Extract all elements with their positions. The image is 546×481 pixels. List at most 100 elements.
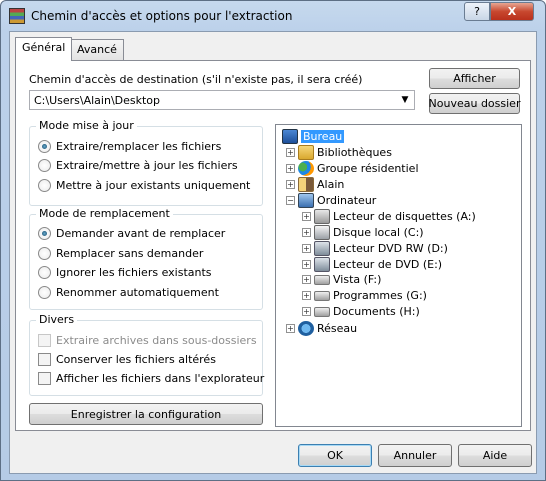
tree-item-label: Bureau [301,130,345,143]
misc-option-label: Conserver les fichiers altérés [56,353,216,366]
title-bar[interactable]: Chemin d'accès et options pour l'extract… [1,1,545,31]
drive-icon [314,306,330,317]
desktop-icon [282,129,298,144]
checkbox-icon[interactable] [38,353,51,366]
tree-item-label: Disque local (C:) [333,226,424,239]
tree-item-label: Bibliothèques [317,146,392,159]
show-button[interactable]: Afficher [429,68,520,89]
libraries-icon [298,145,314,160]
radio-icon[interactable] [38,140,51,153]
drive-icon [314,290,330,301]
tab-advanced[interactable]: Avancé [70,39,124,60]
checkbox-icon[interactable] [38,372,51,385]
destination-label: Chemin d'accès de destination (s'il n'ex… [29,73,363,86]
overwrite-option-label: Renommer automatiquement [56,286,219,299]
tree-item-label: Lecteur DVD RW (D:) [333,242,448,255]
tree-item-ordinateur[interactable]: − Ordinateur [286,193,376,208]
dialog-client: Général Avancé Chemin d'accès de destina… [9,31,537,474]
update-mode-group: Mode mise à jour Extraire/remplacer les … [29,119,263,206]
tree-item-vista-f[interactable]: + Vista (F:) [302,273,381,286]
tab-advanced-label: Avancé [77,43,117,56]
drive-icon [314,274,330,285]
tree-item-groupe-residentiel[interactable]: + Groupe résidentiel [286,161,419,176]
misc-option-keep-broken[interactable]: Conserver les fichiers altérés [38,353,216,366]
tab-general-label: Général [22,41,66,54]
collapse-minus-icon[interactable]: − [286,196,295,205]
tree-item-label: Lecteur de DVD (E:) [333,258,443,271]
destination-path-value: C:\Users\Alain\Desktop [34,94,161,107]
overwrite-option-replace[interactable]: Remplacer sans demander [38,247,203,260]
expand-plus-icon[interactable]: + [286,164,295,173]
help-button[interactable]: Aide [458,444,532,467]
expand-plus-icon[interactable]: + [302,212,311,221]
chevron-down-icon[interactable]: ▼ [398,93,412,107]
expand-plus-icon[interactable]: + [302,275,311,284]
destination-path-combobox[interactable]: C:\Users\Alain\Desktop ▼ [29,90,415,110]
overwrite-option-label: Remplacer sans demander [56,247,204,260]
tree-item-label: Lecteur de disquettes (A:) [333,210,476,223]
tree-item-dvd-rw-d[interactable]: + Lecteur DVD RW (D:) [302,241,448,256]
update-option-label: Extraire/mettre à jour les fichiers [56,159,238,172]
overwrite-option-ask[interactable]: Demander avant de remplacer [38,227,225,240]
help-title-button[interactable]: ? [464,2,490,21]
tree-item-floppy[interactable]: + Lecteur de disquettes (A:) [302,209,476,224]
winrar-icon [9,8,25,24]
expand-plus-icon[interactable]: + [286,148,295,157]
misc-option-label: Extraire archives dans sous-dossiers [56,334,257,347]
tree-item-bureau[interactable]: Bureau [282,129,345,144]
ok-button[interactable]: OK [298,444,372,467]
tree-item-label: Vista (F:) [333,273,382,286]
update-option-label: Extraire/remplacer les fichiers [56,140,222,153]
expand-plus-icon[interactable]: + [286,180,295,189]
tree-item-label: Alain [317,178,345,191]
radio-icon[interactable] [38,159,51,172]
update-mode-title: Mode mise à jour [36,119,137,132]
misc-option-subfolders: Extraire archives dans sous-dossiers [38,334,257,347]
tree-item-dvd-e[interactable]: + Lecteur de DVD (E:) [302,257,442,272]
update-option-label: Mettre à jour existants uniquement [56,179,251,192]
tab-general[interactable]: Général [15,37,73,61]
tree-item-alain[interactable]: + Alain [286,177,344,192]
expand-plus-icon[interactable]: + [286,324,295,333]
folder-tree[interactable]: Bureau + Bibliothèques + Groupe résident… [275,124,522,427]
expand-plus-icon[interactable]: + [302,260,311,269]
new-folder-button[interactable]: Nouveau dossier [429,93,520,114]
overwrite-option-skip[interactable]: Ignorer les fichiers existants [38,266,212,279]
tree-item-bibliotheques[interactable]: + Bibliothèques [286,145,392,160]
tree-item-reseau[interactable]: + Réseau [286,321,357,336]
close-button[interactable]: X [490,2,534,21]
radio-icon[interactable] [38,227,51,240]
floppy-drive-icon [314,209,330,224]
overwrite-option-label: Demander avant de remplacer [56,227,226,240]
tree-item-label: Documents (H:) [333,305,420,318]
tree-item-label: Réseau [317,322,358,335]
overwrite-option-rename[interactable]: Renommer automatiquement [38,286,219,299]
overwrite-mode-title: Mode de remplacement [36,207,173,220]
update-option-extract-replace[interactable]: Extraire/remplacer les fichiers [38,140,221,153]
radio-icon[interactable] [38,286,51,299]
radio-icon[interactable] [38,179,51,192]
expand-plus-icon[interactable]: + [302,244,311,253]
save-config-button[interactable]: Enregistrer la configuration [29,403,263,425]
cancel-button[interactable]: Annuler [378,444,452,467]
expand-plus-icon[interactable]: + [302,228,311,237]
user-folder-icon [298,177,314,192]
tree-item-label: Programmes (G:) [333,289,427,302]
computer-icon [298,193,314,208]
overwrite-mode-group: Mode de remplacement Demander avant de r… [29,207,263,310]
tree-item-local-disk-c[interactable]: + Disque local (C:) [302,225,424,240]
misc-title: Divers [36,313,78,326]
update-option-update-existing[interactable]: Mettre à jour existants uniquement [38,179,250,192]
expand-plus-icon[interactable]: + [302,307,311,316]
tree-item-programmes-g[interactable]: + Programmes (G:) [302,289,427,302]
misc-option-show-explorer[interactable]: Afficher les fichiers dans l'explorateur [38,372,264,385]
expand-plus-icon[interactable]: + [302,291,311,300]
update-option-extract-update[interactable]: Extraire/mettre à jour les fichiers [38,159,238,172]
tree-item-documents-h[interactable]: + Documents (H:) [302,305,420,318]
misc-group: Divers Extraire archives dans sous-dossi… [29,313,264,396]
radio-icon[interactable] [38,247,51,260]
tree-item-label: Groupe résidentiel [317,162,419,175]
radio-icon[interactable] [38,266,51,279]
dialog-window: Chemin d'accès et options pour l'extract… [0,0,546,481]
dvd-drive-icon [314,257,330,272]
